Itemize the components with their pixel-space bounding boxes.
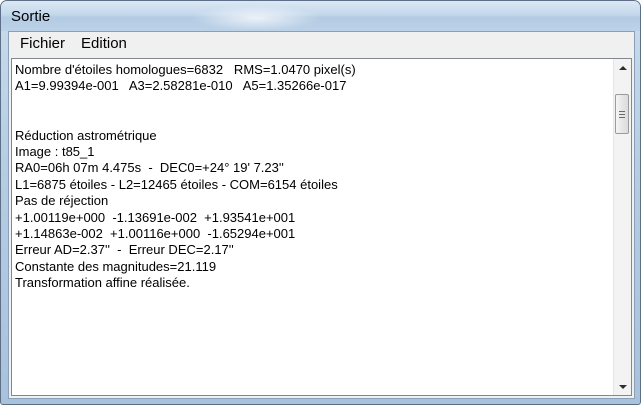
output-line: +1.00119e+000 -1.13691e-002 +1.93541e+00… <box>15 209 296 225</box>
output-text-area[interactable]: Nombre d'étoiles homologues=6832 RMS=1.0… <box>11 58 632 396</box>
grip-icon <box>619 113 625 115</box>
output-line: Nombre d'étoiles homologues=6832 RMS=1.0… <box>15 62 356 77</box>
output-lines: Nombre d'étoiles homologues=6832 RMS=1.0… <box>15 62 607 392</box>
output-window: Sortie Fichier Edition Nombre d'étoiles … <box>0 0 641 405</box>
output-line: Transformation affine réalisée. <box>15 275 190 291</box>
scroll-down-button[interactable] <box>614 378 631 395</box>
output-line: L1=6875 étoiles - L2=12465 étoiles - COM… <box>15 176 338 192</box>
client-area: Fichier Edition Nombre d'étoiles homolog… <box>8 31 635 399</box>
vertical-scrollbar[interactable] <box>613 59 631 395</box>
output-line: Pas de réjection <box>15 193 109 209</box>
title-bar[interactable]: Sortie <box>1 1 640 31</box>
output-line: RA0=06h 07m 4.475s - DEC0=+24° 19' 7.23'… <box>15 160 284 176</box>
title-bar-glow <box>191 5 321 31</box>
menu-bar: Fichier Edition <box>9 32 634 56</box>
output-line: Erreur AD=2.37'' - Erreur DEC=2.17'' <box>15 242 234 258</box>
grip-icon <box>619 116 625 118</box>
output-line: Réduction astrométrique <box>15 127 157 143</box>
grip-icon <box>619 110 625 112</box>
output-line: A1=9.99394e-001 A3=2.58281e-010 A5=1.352… <box>15 78 347 94</box>
window-title: Sortie <box>11 8 51 25</box>
scroll-thumb[interactable] <box>615 94 629 134</box>
menu-edition[interactable]: Edition <box>73 33 135 55</box>
scroll-up-button[interactable] <box>614 59 631 76</box>
output-line: Image : t85_1 <box>15 143 95 159</box>
output-line: Constante des magnitudes=21.119 <box>15 258 217 274</box>
output-line: +1.14863e-002 +1.00116e+000 -1.65294e+00… <box>15 225 296 241</box>
arrow-down-icon <box>618 384 627 389</box>
menu-fichier[interactable]: Fichier <box>12 33 73 55</box>
arrow-up-icon <box>618 65 627 70</box>
